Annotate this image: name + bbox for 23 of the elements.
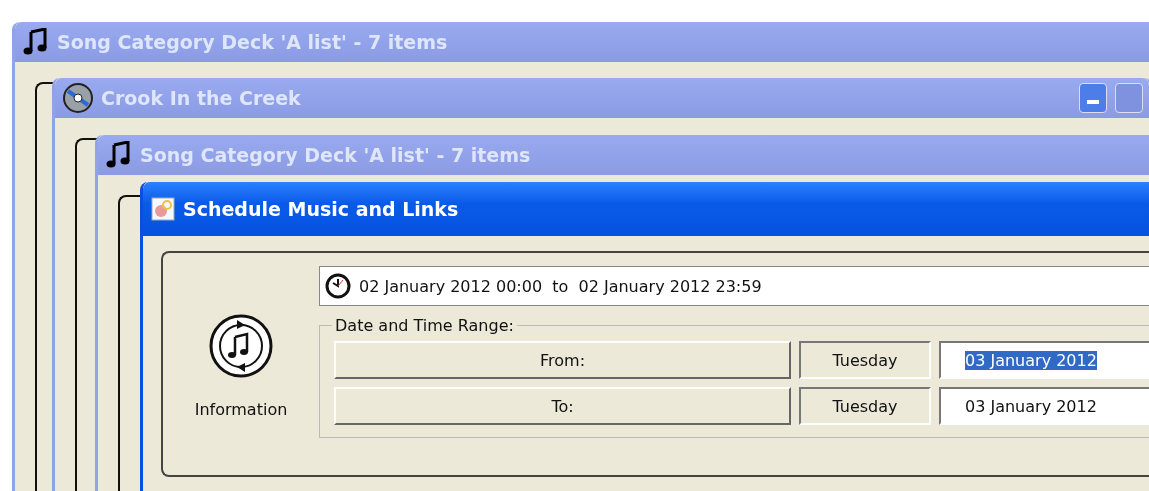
date-value: 03 January 2012	[965, 350, 1097, 370]
date-button[interactable]: To:	[334, 387, 791, 425]
weekday-label: Tuesday	[799, 387, 931, 425]
music-notes-icon	[106, 141, 132, 169]
group-label: Date and Time Range:	[334, 316, 515, 335]
window-title: Schedule Music and Links	[183, 198, 460, 220]
window-title: Song Category Deck 'A list' - 7 items	[57, 31, 449, 53]
summary-text: 02 January 2012 00:00 to 02 January 2012 23:59	[359, 276, 762, 296]
window-title: Song Category Deck 'A list' - 7 items	[140, 144, 532, 166]
date-button[interactable]: From:	[334, 341, 791, 379]
clock-icon	[325, 273, 351, 299]
date-value: 03 January 2012	[965, 396, 1097, 416]
music-cycle-icon	[209, 314, 273, 378]
date-field[interactable]: 03 January 2012	[939, 341, 1149, 379]
window-title: Crook In the Creek	[101, 87, 302, 109]
minimize-button[interactable]	[1079, 83, 1107, 113]
date-field[interactable]: 03 January 2012	[939, 387, 1149, 425]
music-notes-icon	[23, 28, 49, 56]
disc-icon	[63, 83, 93, 113]
maximize-button[interactable]	[1115, 83, 1143, 113]
weekday-label: Tuesday	[799, 341, 931, 379]
information-label: Information	[194, 400, 288, 419]
app-icon	[151, 197, 175, 221]
